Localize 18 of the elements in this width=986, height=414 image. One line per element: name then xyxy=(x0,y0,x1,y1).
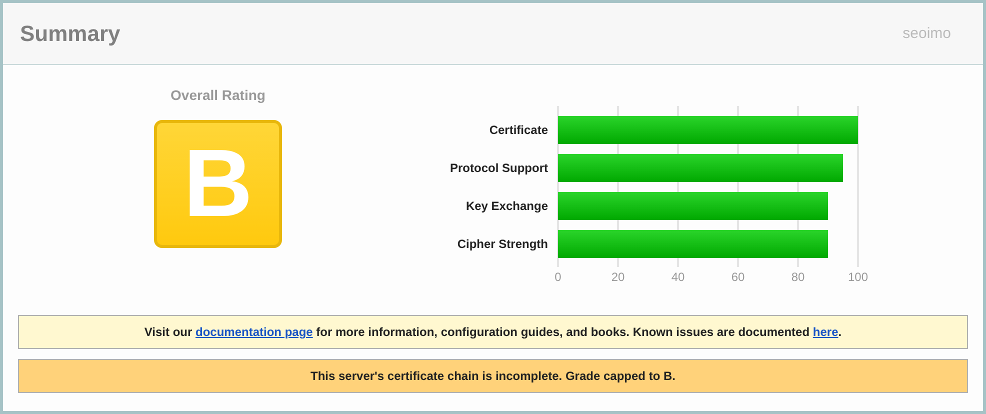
category-label: Protocol Support xyxy=(450,161,548,175)
section-title: Summary xyxy=(20,20,120,46)
category-label: Certificate xyxy=(489,123,548,137)
notice-link[interactable]: here xyxy=(812,325,838,339)
axis-tick-label: 60 xyxy=(731,270,745,284)
grade-badge: B xyxy=(154,120,282,248)
notice-message: This server's certificate chain is incomplete. Grade capped to B. xyxy=(18,359,968,393)
axis-tick-label: 20 xyxy=(611,270,625,284)
axis-tick-label: 0 xyxy=(554,270,562,284)
axis-tick-label: 40 xyxy=(671,270,685,284)
rating-label: Overall Rating xyxy=(170,87,266,103)
axis-tick-label: 100 xyxy=(848,270,868,284)
axis-tick-label: 80 xyxy=(791,270,805,284)
category-label: Key Exchange xyxy=(466,199,548,213)
brand-text: seoimo xyxy=(902,25,951,42)
notice-link[interactable]: documentation page xyxy=(196,325,313,339)
category-label: Cipher Strength xyxy=(457,237,548,251)
notice-message: Visit our documentation page for more information, configuration guides, and books. Known issues are documented here. xyxy=(18,315,968,349)
